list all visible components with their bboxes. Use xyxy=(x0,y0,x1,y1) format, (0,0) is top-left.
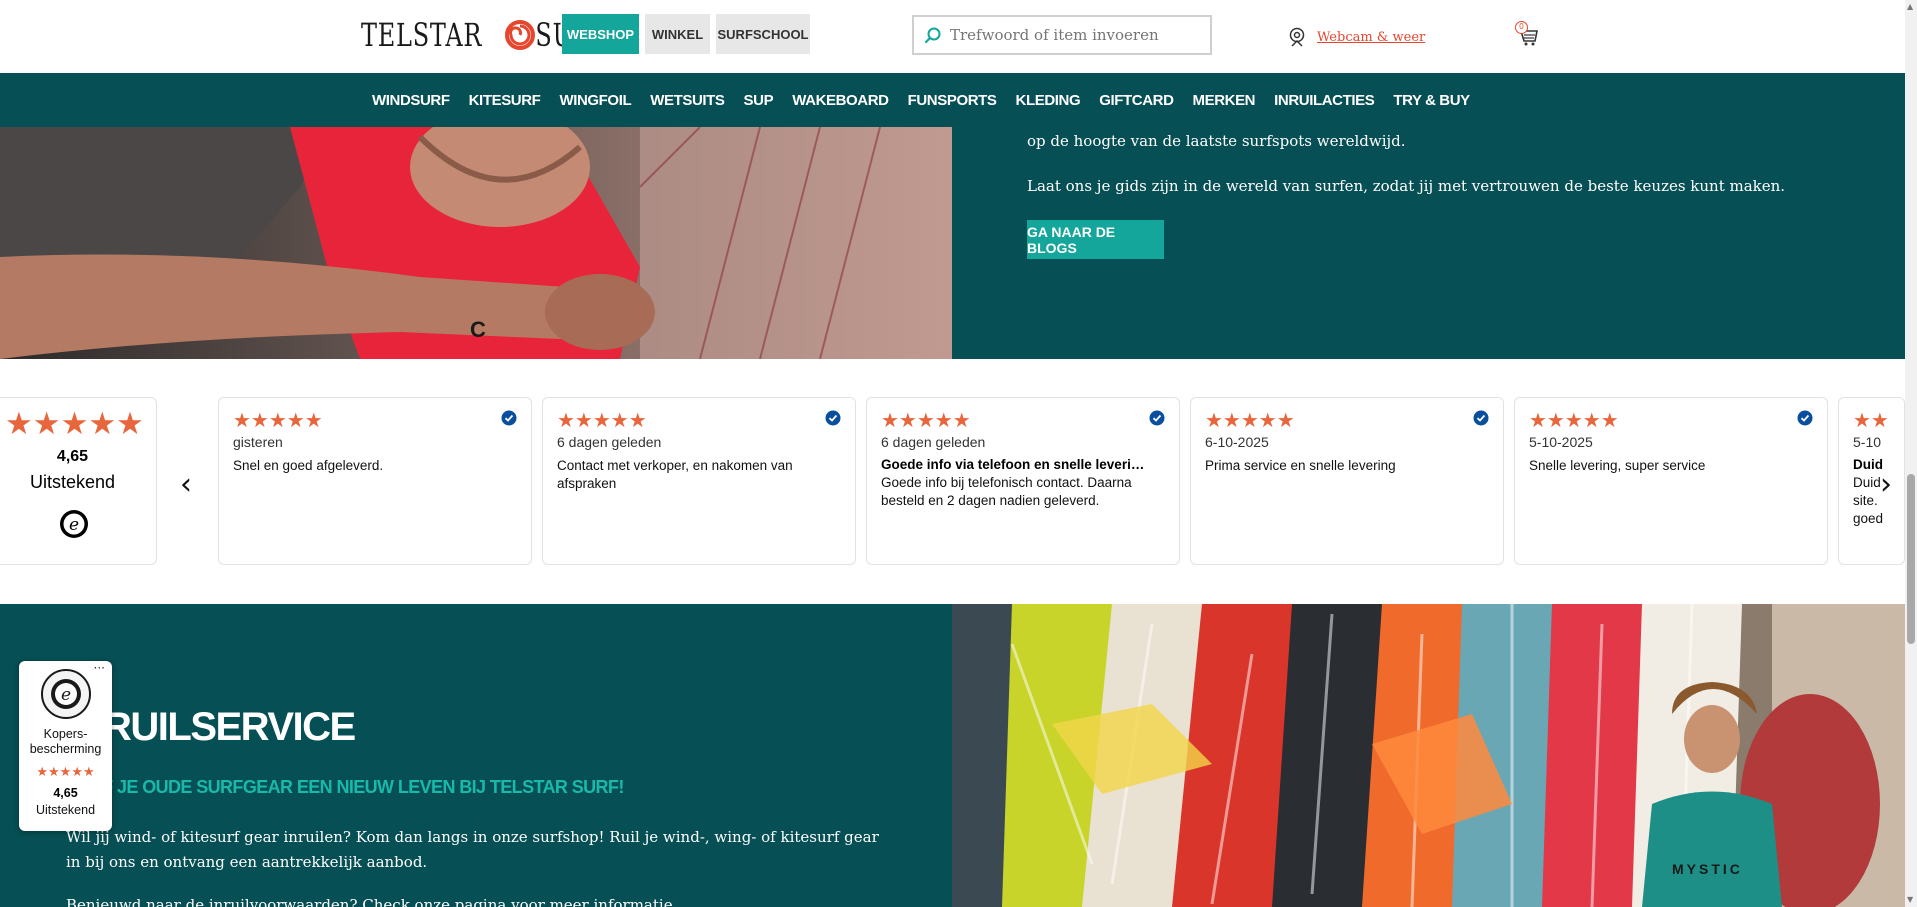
sails-shop-photo: MYSTIC xyxy=(952,604,1905,907)
carousel-next-arrow-icon[interactable]: › xyxy=(1880,467,1892,502)
trusted-shops-badge[interactable]: ··· e Kopers-bescherming ★★★★★ 4,65 Uits… xyxy=(19,661,112,831)
badge-score: 4,65 xyxy=(53,786,78,800)
verified-badge-icon xyxy=(1797,410,1813,426)
webcam-weather[interactable]: Webcam & weer xyxy=(1288,27,1425,47)
review-card[interactable]: ★★★★★ 6 dagen geleden Goede info via tel… xyxy=(866,397,1180,565)
review-body: Contact met verkoper, en nakomen van afs… xyxy=(557,458,793,491)
blog-promo-panel: op de hoogte van de laatste surfspots we… xyxy=(952,127,1905,359)
nav-item-wakeboard[interactable]: WAKEBOARD xyxy=(792,92,889,109)
logo-swirl-icon xyxy=(504,20,535,50)
badge-rating-label: Uitstekend xyxy=(35,803,96,817)
nav-item-inruilacties[interactable]: INRUILACTIES xyxy=(1274,92,1375,109)
buyer-protection-label: Kopers-bescherming xyxy=(29,727,102,756)
logo-text-telstar: TELSTAR xyxy=(361,16,483,54)
review-date: 6-10-2025 xyxy=(1205,434,1269,450)
carousel-prev-arrow-icon[interactable]: ‹ xyxy=(180,467,192,502)
review-date: gisteren xyxy=(233,434,283,450)
scroll-up-arrow-icon[interactable]: ▲ xyxy=(1907,2,1913,11)
hero-photo: C xyxy=(0,127,952,359)
summary-rating-label: Uitstekend xyxy=(29,472,116,492)
blog-promo-text-1: op de hoogte van de laatste surfspots we… xyxy=(1027,132,1406,150)
svg-text:e: e xyxy=(69,515,79,535)
nav-item-windsurf[interactable]: WINDSURF xyxy=(372,92,450,109)
webcam-icon xyxy=(1289,27,1305,47)
trade-in-section: INRUILSERVICE GEEF JE OUDE SURFGEAR EEN … xyxy=(0,604,952,907)
verified-badge-icon xyxy=(501,410,517,426)
verified-badge-icon xyxy=(1473,410,1489,426)
nav-item-kleding[interactable]: KLEDING xyxy=(1016,92,1081,109)
nav-item-funsports[interactable]: FUNSPORTS xyxy=(908,92,997,109)
search-box[interactable] xyxy=(912,15,1212,55)
cart-count-badge: 0 xyxy=(1515,21,1528,34)
tab-winkel[interactable]: WINKEL xyxy=(645,14,710,54)
nav-item-wetsuits[interactable]: WETSUITS xyxy=(650,92,725,109)
review-stars: ★★★★★ xyxy=(233,408,323,432)
nav-item-merken[interactable]: MERKEN xyxy=(1193,92,1256,109)
search-icon[interactable] xyxy=(924,26,942,44)
review-date: 6 dagen geleden xyxy=(881,434,986,450)
review-stars: ★★★★★ xyxy=(881,408,971,432)
badge-stars: ★★★★★ xyxy=(36,765,95,780)
reviews-carousel: ★★★★★ 4,65 Uitstekend e ‹ ★★★★★ gisteren… xyxy=(0,359,1905,604)
review-date: 5-10 xyxy=(1853,434,1882,450)
summary-stars: ★★★★★ xyxy=(5,406,144,442)
main-navigation: WINDSURF KITESURF WINGFOIL WETSUITS SUP … xyxy=(0,73,1905,127)
verified-badge-icon xyxy=(1149,410,1165,426)
blog-promo-text-2: Laat ons je gids zijn in de wereld van s… xyxy=(1027,177,1786,195)
trade-in-subtitle: GEEF JE OUDE SURFGEAR EEN NIEUW LEVEN BI… xyxy=(66,777,624,797)
review-body: Snelle levering, super service xyxy=(1529,458,1706,473)
svg-text:C: C xyxy=(470,317,486,342)
review-date: 5-10-2025 xyxy=(1529,434,1593,450)
webcam-weather-link[interactable]: Webcam & weer xyxy=(1317,30,1425,45)
scrollbar-thumb[interactable] xyxy=(1907,474,1915,644)
page: TELSTAR SURF WEBSHOP WINKEL SURFSCHOOL W… xyxy=(0,0,1917,907)
review-date: 6 dagen geleden xyxy=(557,434,662,450)
review-card-partial[interactable]: ★★ 5-10 Duid Duid site. goed xyxy=(1838,397,1905,565)
trade-in-text-1: Wil jij wind- of kitesurf gear inruilen?… xyxy=(66,828,879,871)
trade-in-text-2: Benieuwd naar de inruilvoorwaarden? Chec… xyxy=(66,896,678,907)
search-input[interactable] xyxy=(950,26,1200,44)
nav-item-try-and-buy[interactable]: TRY & BUY xyxy=(1393,92,1470,109)
badge-menu-icon[interactable]: ··· xyxy=(94,661,105,675)
page-scrollbar[interactable]: ▲ ▼ xyxy=(1905,0,1917,907)
svg-text:e: e xyxy=(61,685,71,705)
scroll-down-arrow-icon[interactable]: ▼ xyxy=(1907,895,1913,904)
verified-badge-icon xyxy=(825,410,841,426)
trusted-shops-seal-icon: e xyxy=(41,669,91,719)
review-card[interactable]: ★★★★★ 6 dagen geleden Contact met verkop… xyxy=(542,397,856,565)
review-title: Goede info via telefoon en snelle leveri… xyxy=(881,457,1145,472)
review-stars: ★★★★★ xyxy=(1205,408,1295,432)
cart-button[interactable]: 0 xyxy=(1515,21,1541,47)
summary-score: 4,65 xyxy=(56,448,89,465)
go-to-blogs-button[interactable]: GA NAAR DE BLOGS xyxy=(1027,220,1164,259)
review-body: Snel en goed afgeleverd. xyxy=(233,458,384,473)
nav-item-giftcard[interactable]: GIFTCARD xyxy=(1099,92,1174,109)
review-stars: ★★★★★ xyxy=(557,408,647,432)
review-body: Goede info bij telefonisch contact. Daar… xyxy=(881,475,1132,508)
review-summary-card[interactable]: ★★★★★ 4,65 Uitstekend e xyxy=(0,397,157,565)
review-body: Prima service en snelle levering xyxy=(1205,458,1396,473)
top-header: TELSTAR SURF WEBSHOP WINKEL SURFSCHOOL W… xyxy=(0,0,1905,73)
tab-surfschool[interactable]: SURFSCHOOL xyxy=(716,14,810,54)
review-stars: ★★ xyxy=(1853,408,1889,432)
svg-text:MYSTIC: MYSTIC xyxy=(1672,861,1743,877)
review-stars: ★★★★★ xyxy=(1529,408,1619,432)
nav-item-wingfoil[interactable]: WINGFOIL xyxy=(559,92,631,109)
tab-webshop[interactable]: WEBSHOP xyxy=(562,14,639,54)
nav-item-kitesurf[interactable]: KITESURF xyxy=(469,92,541,109)
review-card[interactable]: ★★★★★ gisteren Snel en goed afgeleverd. xyxy=(218,397,532,565)
nav-item-sup[interactable]: SUP xyxy=(744,92,774,109)
review-card[interactable]: ★★★★★ 5-10-2025 Snelle levering, super s… xyxy=(1514,397,1828,565)
review-card[interactable]: ★★★★★ 6-10-2025 Prima service en snelle … xyxy=(1190,397,1504,565)
trusted-shops-logo-icon: e xyxy=(60,510,88,538)
